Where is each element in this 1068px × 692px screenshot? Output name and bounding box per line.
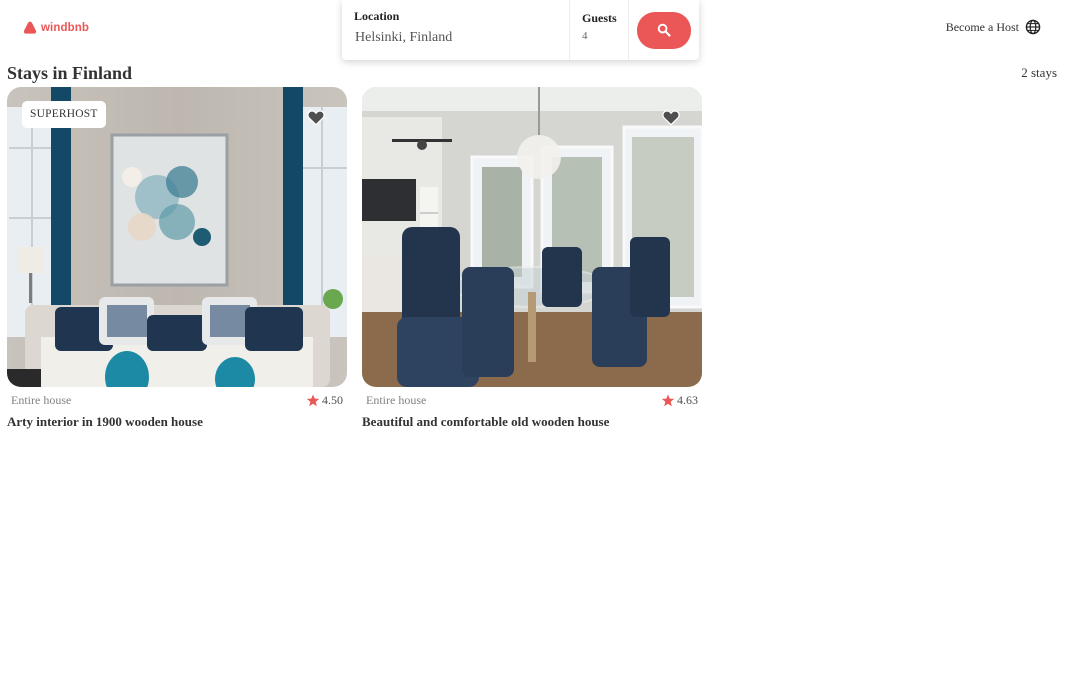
living-room-photo [7,87,347,387]
star-icon [306,394,320,406]
stay-photo[interactable]: SUPERHOST [7,87,347,387]
stay-type: Entire house [366,392,427,407]
logo[interactable]: windbnb [23,21,89,34]
stay-type: Entire house [11,392,72,407]
stay-title[interactable]: Arty interior in 1900 wooden house [7,414,347,430]
rating-value: 4.63 [677,392,698,407]
logo-text: windbnb [41,21,89,34]
guests-label: Guests [582,11,617,25]
become-host-label: Become a Host [945,19,1019,34]
stay-title[interactable]: Beautiful and comfortable old wooden hou… [362,414,702,430]
guests-field[interactable]: Guests 4 [570,0,629,60]
search-icon [657,23,671,37]
rating: 4.50 [306,393,343,408]
guests-value: 4 [582,30,588,42]
star-icon [661,394,675,406]
stays-count: 2 stays [1021,65,1057,80]
become-host-link[interactable]: Become a Host [946,19,1041,35]
search-bar: Location Guests 4 [342,0,699,60]
section-title: Stays in Finland [7,63,133,83]
stay-card[interactable]: Entire house 4.63 Beautiful and comforta… [362,87,702,430]
rating-value: 4.50 [322,392,343,407]
location-label: Location [354,9,400,23]
heart-icon[interactable] [307,109,325,126]
superhost-badge: SUPERHOST [22,101,106,128]
dining-room-photo [362,87,702,387]
stay-meta: Entire house 4.50 [7,392,347,408]
heart-icon[interactable] [662,109,680,126]
stay-photo[interactable] [362,87,702,387]
location-field[interactable]: Location [342,0,570,60]
stay-meta: Entire house 4.63 [362,392,702,408]
logo-icon [23,21,37,34]
rating: 4.63 [661,393,698,408]
search-button[interactable] [637,11,691,49]
location-input[interactable] [355,30,555,46]
globe-icon [1025,19,1041,35]
stay-card[interactable]: SUPERHOST Entire house 4.50 Arty interio… [7,87,347,430]
